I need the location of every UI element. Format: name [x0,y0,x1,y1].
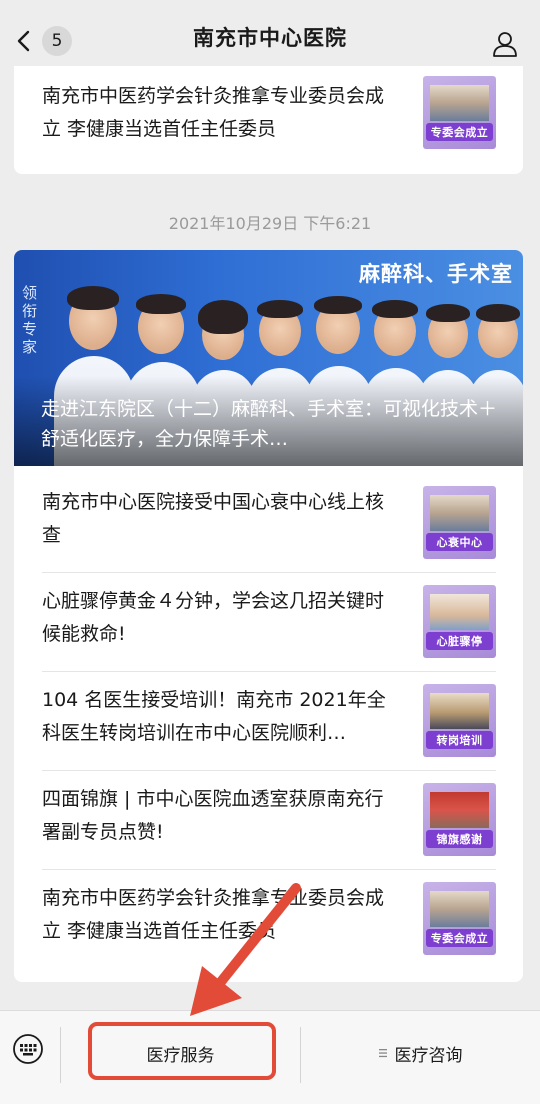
page-title: 南充市中心医院 [193,26,347,50]
profile-icon[interactable] [492,31,518,57]
nav-bar: 5 南充市中心医院 [0,0,540,74]
article-thumbnail: 专委会成立 [423,882,496,955]
thumbnail-caption: 专委会成立 [426,123,493,141]
back-button[interactable]: 5 [14,26,72,56]
list-item[interactable]: 南充市中医药学会针灸推拿专业委员会成立 李健康当选首任主任委员 专委会成立 [42,76,496,149]
list-item[interactable]: 心脏骤停黄金４分钟，学会这几招关键时候能救命! 心脏骤停 [42,585,496,658]
divider [42,770,496,771]
keyboard-icon[interactable] [12,1033,44,1065]
list-item[interactable]: 南充市中心医院接受中国心衰中心线上核查 心衰中心 [42,486,496,559]
list-item[interactable]: 四面锦旗 | 市中心医院血透室获原南充行署副专员点赞! 锦旗感谢 [42,783,496,856]
article-title: 心脏骤停黄金４分钟，学会这几招关键时候能救命! [42,590,385,645]
thumbnail-caption: 转岗培训 [426,731,493,749]
thumbnail-caption: 锦旗感谢 [426,830,493,848]
thumbnail-caption: 专委会成立 [426,929,493,947]
highlight-box [88,1022,276,1080]
banner-tag: 麻醉科、手术室 [359,262,513,286]
message-timestamp: 2021年10月29日 下午6:21 [168,214,372,233]
article-title: 南充市中心医院接受中国心衰中心线上核查 [42,491,385,546]
article-thumbnail: 心衰中心 [423,486,496,559]
article-thumbnail: 专委会成立 [423,76,496,149]
submenu-icon [378,1049,387,1058]
divider [42,572,496,573]
thumbnail-caption: 心衰中心 [426,533,493,551]
thumbnail-caption: 心脏骤停 [426,632,493,650]
article-title: 南充市中医药学会针灸推拿专业委员会成立 李健康当选首任主任委员 [42,85,385,140]
unread-count-badge: 5 [42,26,72,56]
chevron-left-icon [17,30,30,52]
arrow-icon [190,883,301,1016]
featured-article-title: 走进江东院区（十二）麻醉科、手术室：可视化技术＋舒适化医疗，全力保障手术… [41,398,498,450]
menu-label: 医疗咨询 [394,1045,463,1066]
divider [42,671,496,672]
previous-article-card[interactable]: 南充市中医药学会针灸推拿专业委员会成立 李健康当选首任主任委员 专委会成立 [14,66,523,174]
article-title: 四面锦旗 | 市中心医院血透室获原南充行署副专员点赞! [42,788,384,843]
menu-medical-consult[interactable]: 医疗咨询 [301,1033,540,1073]
article-thumbnail: 锦旗感谢 [423,783,496,856]
article-thumbnail: 转岗培训 [423,684,496,757]
featured-article-banner[interactable]: 领衔专家 麻醉科、手术室 走进江东院区（十二）麻醉科、手术室：可视化技术＋舒适化… [14,250,523,466]
list-item[interactable]: 104 名医生接受培训！南充市 2021年全科医生转岗培训在市中心医院顺利… 转… [42,684,496,757]
article-thumbnail: 心脏骤停 [423,585,496,658]
banner-side-text: 领衔专家 [22,284,38,356]
article-group-card: 领衔专家 麻醉科、手术室 走进江东院区（十二）麻醉科、手术室：可视化技术＋舒适化… [14,250,523,982]
article-title: 104 名医生接受培训！南充市 2021年全科医生转岗培训在市中心医院顺利… [42,689,386,744]
divider [42,869,496,870]
